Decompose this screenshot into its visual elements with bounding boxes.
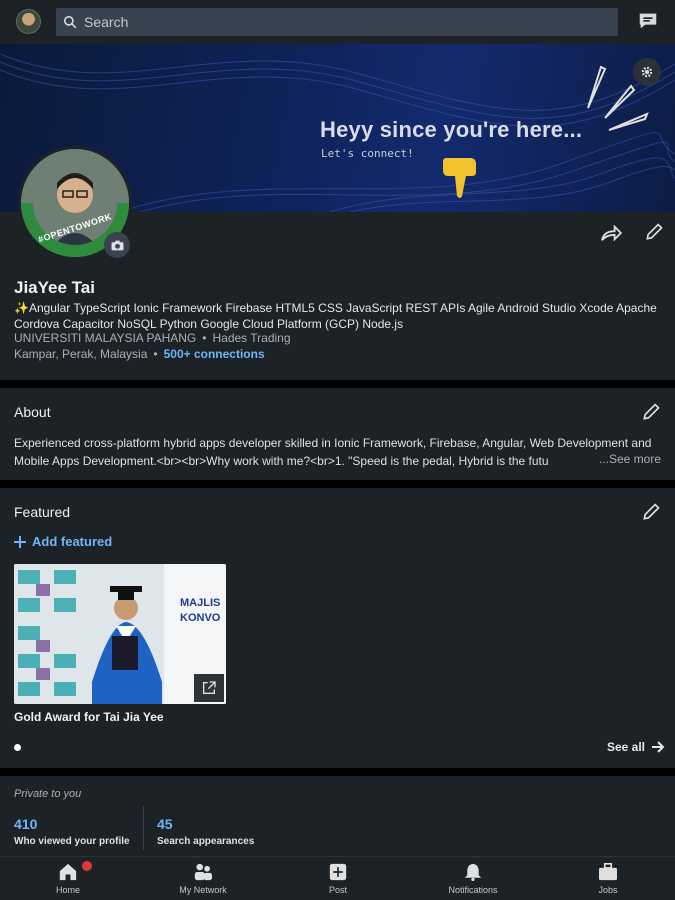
nav-label: Notifications <box>448 885 498 895</box>
search-appearances-stat[interactable]: 45 Search appearances <box>157 816 254 847</box>
about-card: About Experienced cross-platform hybrid … <box>0 388 675 480</box>
open-external-button[interactable] <box>194 674 224 702</box>
plus-icon <box>14 535 26 548</box>
separator: • <box>153 347 158 361</box>
see-more-link[interactable]: ...See more <box>596 452 661 466</box>
private-analytics-card: Private to you 410 Who viewed your profi… <box>0 776 675 856</box>
company-text[interactable]: Hades Trading <box>212 331 290 345</box>
home-icon <box>59 863 77 881</box>
location-line: Kampar, Perak, Malaysia • 500+ connections <box>14 347 265 361</box>
featured-image-sign-text: MAJLIS KONVO <box>180 597 221 624</box>
education-text[interactable]: UNIVERSITI MALAYSIA PAHANG <box>14 331 196 345</box>
messaging-icon[interactable] <box>637 10 659 32</box>
banner-settings-button[interactable] <box>633 58 661 86</box>
add-featured-button[interactable]: Add featured <box>14 534 112 549</box>
location-text: Kampar, Perak, Malaysia <box>14 347 148 361</box>
stat-number: 45 <box>157 816 173 832</box>
profile-headline: ✨Angular TypeScript Ionic Framework Fire… <box>14 301 657 331</box>
connections-link[interactable]: 500+ connections <box>164 347 265 361</box>
bottom-navigation: Home My Network Post Notifications Jobs <box>0 856 675 900</box>
add-featured-label: Add featured <box>32 534 113 549</box>
profile-avatar-small[interactable] <box>16 9 41 34</box>
arrow-right-icon <box>652 741 665 753</box>
featured-item-caption[interactable]: Gold Award for Tai Jia Yee <box>14 710 164 724</box>
external-link-icon <box>203 681 216 694</box>
private-title: Private to you <box>14 788 82 800</box>
profile-name: JiaYee Tai <box>14 278 95 297</box>
banner-title: Heyy since you're here... <box>320 117 583 142</box>
plus-box-icon <box>329 863 347 881</box>
see-all-label: See all <box>606 740 645 754</box>
about-title: About <box>14 404 51 420</box>
stat-divider <box>143 806 144 850</box>
search-placeholder: Search <box>84 14 129 30</box>
see-all-featured-button[interactable]: See all <box>607 740 665 754</box>
carousel-indicator <box>14 744 21 751</box>
nav-home[interactable]: Home <box>8 859 128 895</box>
notification-badge <box>80 859 94 873</box>
share-profile-button[interactable] <box>600 224 623 247</box>
search-bar[interactable]: Search <box>56 8 618 36</box>
featured-item-image[interactable]: MAJLIS KONVO <box>14 564 226 704</box>
bell-icon <box>464 863 482 881</box>
nav-label: Home <box>55 885 80 895</box>
edit-about-button[interactable] <box>641 402 661 427</box>
nav-my-network[interactable]: My Network <box>143 863 263 895</box>
briefcase-icon <box>599 863 617 881</box>
nav-label: Jobs <box>598 885 618 895</box>
profile-views-stat[interactable]: 410 Who viewed your profile <box>14 816 130 847</box>
stat-number: 410 <box>14 816 38 832</box>
pencil-icon <box>643 503 660 520</box>
change-photo-button[interactable] <box>104 232 130 258</box>
people-icon <box>194 863 212 881</box>
camera-icon <box>111 240 123 250</box>
pencil-icon <box>646 223 663 240</box>
separator: • <box>202 331 207 345</box>
banner-subtitle: Let's connect! <box>321 147 414 160</box>
pointing-hand-icon <box>443 158 476 198</box>
profile-card: #OPENTOWORK JiaYee Tai ✨Angular TypeScri… <box>0 146 675 380</box>
nav-notifications[interactable]: Notifications <box>413 863 533 895</box>
nav-label: Post <box>328 885 347 895</box>
stat-label: Who viewed your profile <box>14 836 130 847</box>
education-company-line: UNIVERSITI MALAYSIA PAHANG • Hades Trading <box>14 331 291 345</box>
nav-label: My Network <box>179 885 227 895</box>
featured-title: Featured <box>14 504 71 520</box>
edit-intro-button[interactable] <box>644 222 664 247</box>
featured-card: Featured Add featured MAJLIS KONVO Gold … <box>0 488 675 768</box>
gear-icon <box>641 66 653 78</box>
search-icon <box>56 15 84 29</box>
app-root: Search Heyy since you're here... Let's c… <box>0 0 675 900</box>
nav-jobs[interactable]: Jobs <box>548 863 668 895</box>
top-bar: Search <box>0 0 675 44</box>
about-text: Experienced cross-platform hybrid apps d… <box>14 436 652 468</box>
edit-featured-button[interactable] <box>641 502 661 527</box>
nav-post[interactable]: Post <box>278 863 398 895</box>
stat-label: Search appearances <box>157 836 255 847</box>
share-arrow-icon <box>601 224 623 242</box>
pencil-icon <box>643 403 660 420</box>
